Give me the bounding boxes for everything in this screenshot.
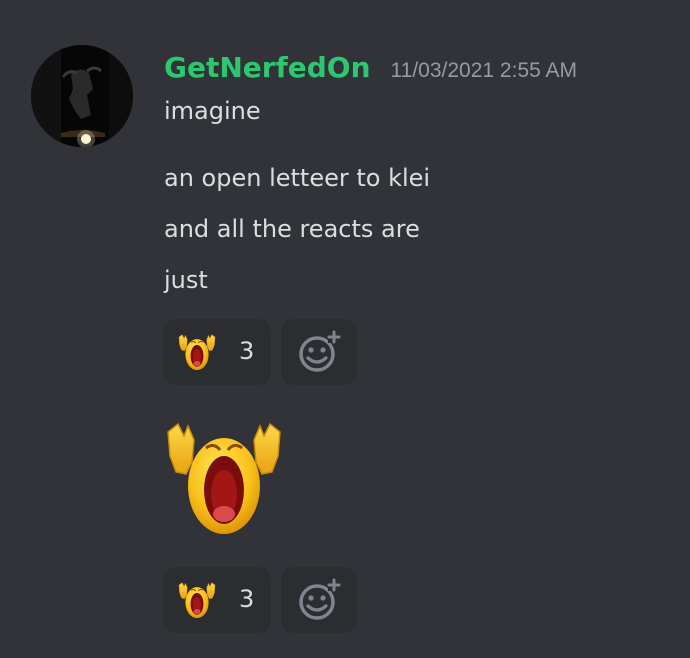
message-text: just <box>164 266 208 294</box>
reaction-button[interactable]: 3 <box>163 319 271 385</box>
message-text: and all the reacts are <box>164 215 420 243</box>
user-avatar[interactable] <box>31 45 133 147</box>
screaming-crying-emoji-icon <box>162 418 286 538</box>
add-reaction-icon <box>299 578 341 620</box>
message-timestamp[interactable]: 11/03/2021 2:55 AM <box>391 59 577 83</box>
reaction-count: 3 <box>239 337 255 365</box>
message-text: an open letteer to klei <box>164 164 431 192</box>
message-header: GetNerfedOn 11/03/2021 2:55 AM <box>164 51 577 87</box>
dark-figure-avatar-icon <box>31 45 133 147</box>
reaction-button[interactable]: 3 <box>163 567 271 633</box>
add-reaction-icon <box>299 330 341 372</box>
screaming-crying-emoji-icon <box>177 332 217 372</box>
author-name[interactable]: GetNerfedOn <box>164 51 371 84</box>
add-reaction-button[interactable] <box>281 319 357 385</box>
message-text: imagine <box>164 97 261 125</box>
reaction-count: 3 <box>239 585 255 613</box>
screaming-crying-emoji-icon <box>177 580 217 620</box>
add-reaction-button[interactable] <box>281 567 357 633</box>
